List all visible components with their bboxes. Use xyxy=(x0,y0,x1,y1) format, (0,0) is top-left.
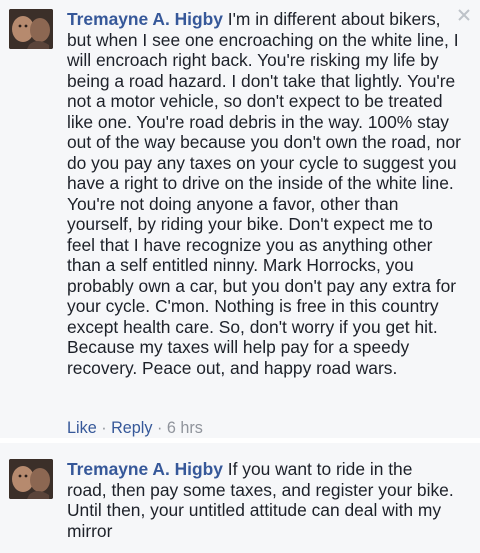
comment: Tremayne A. Higby I'm in different about… xyxy=(0,0,480,438)
comment: Tremayne A. Higby If you want to ride in… xyxy=(0,443,480,553)
like-link[interactable]: Like xyxy=(67,419,97,437)
comment-actions: Like · Reply · 6 hrs xyxy=(67,418,203,438)
comment-author[interactable]: Tremayne A. Higby xyxy=(67,9,223,29)
comment-text: Tremayne A. Higby I'm in different about… xyxy=(67,9,473,378)
separator: · xyxy=(152,419,167,437)
avatar[interactable] xyxy=(9,459,53,499)
comment-text: Tremayne A. Higby If you want to ride in… xyxy=(67,459,473,541)
avatar[interactable] xyxy=(9,9,53,49)
timestamp[interactable]: 6 hrs xyxy=(167,419,203,437)
comment-author[interactable]: Tremayne A. Higby xyxy=(67,459,223,479)
comment-body: I'm in different about bikers, but when … xyxy=(67,9,461,378)
reply-link[interactable]: Reply xyxy=(111,419,152,437)
separator: · xyxy=(96,419,112,437)
